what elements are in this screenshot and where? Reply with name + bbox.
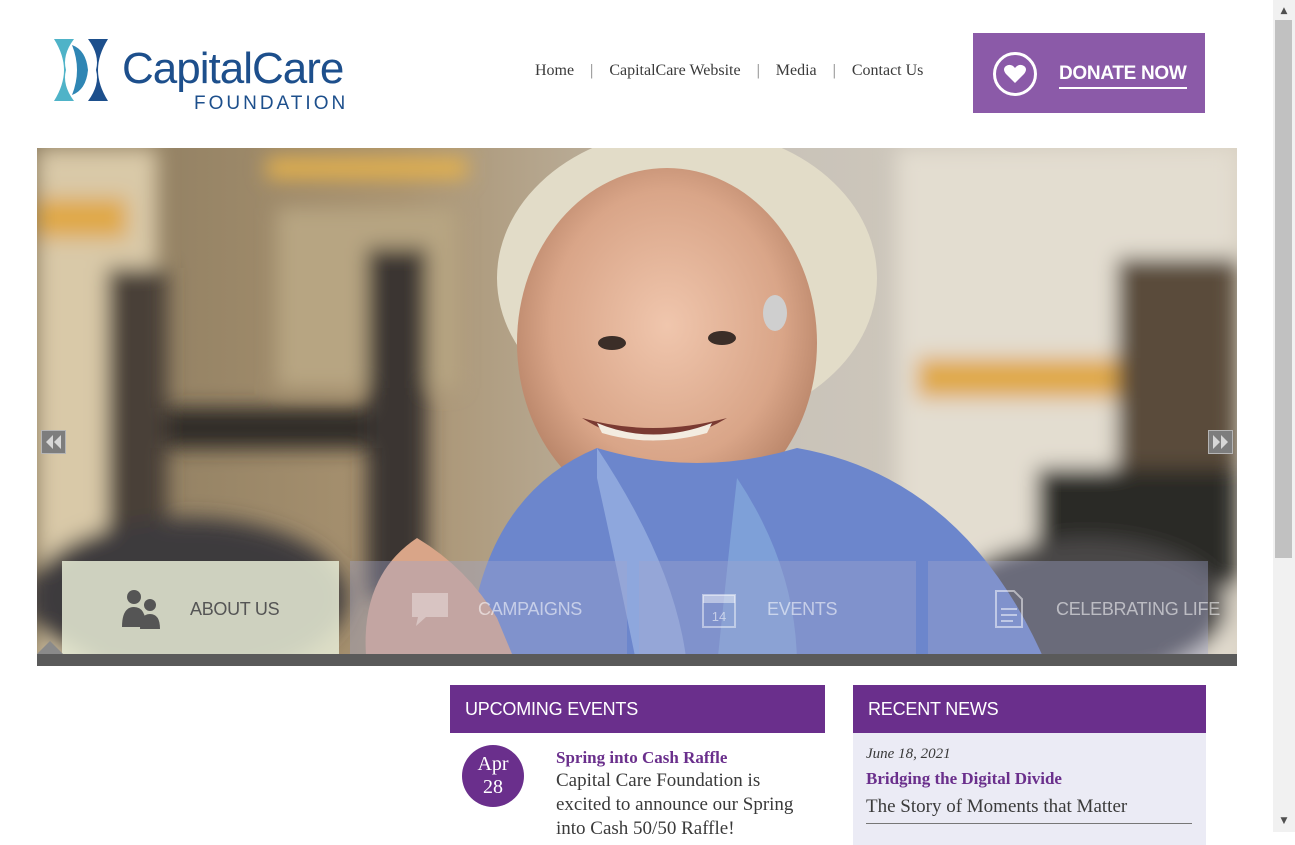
slider-next-button[interactable]: [1208, 430, 1233, 454]
hero-tabs: ABOUT US CAMPAIGNS 14 EVENTS CELEBRATING…: [62, 561, 1220, 654]
nav-contact-us-link[interactable]: Contact Us: [844, 62, 932, 80]
recent-news-heading: RECENT NEWS: [853, 685, 1206, 733]
event-title-link[interactable]: Spring into Cash Raffle: [556, 748, 727, 768]
event-description: Capital Care Foundation is excited to an…: [556, 770, 794, 839]
double-chevron-right-icon: [1213, 435, 1228, 449]
tab-about-us[interactable]: ABOUT US: [62, 561, 339, 654]
people-icon: [122, 590, 160, 629]
page-scrollbar[interactable]: ▲ ▼: [1273, 0, 1295, 832]
active-tab-pointer: [37, 641, 63, 654]
nav-separator: |: [590, 62, 594, 79]
recent-news-panel: RECENT NEWS June 18, 2021 Bridging the D…: [853, 685, 1206, 845]
tab-campaigns-label: CAMPAIGNS: [478, 599, 582, 619]
donate-now-button[interactable]: DONATE NOW: [973, 33, 1205, 113]
document-icon: [995, 590, 1023, 628]
event-date-badge: Apr 28: [462, 745, 524, 807]
news-title-link[interactable]: Bridging the Digital Divide: [866, 769, 1062, 789]
news-subtitle: The Story of Moments that Matter: [866, 796, 1128, 817]
tab-about-us-label: ABOUT US: [190, 599, 280, 619]
nav-separator: |: [832, 62, 836, 79]
speech-bubble-icon: [412, 593, 448, 626]
event-item[interactable]: Apr 28 Spring into Cash Raffle Capital C…: [450, 685, 825, 839]
slider-prev-button[interactable]: [41, 430, 66, 454]
hero-bottom-bar: [37, 654, 1237, 666]
logo-name-text: CapitalCare: [122, 44, 344, 93]
calendar-icon: 14: [702, 594, 736, 628]
main-nav: Home | CapitalCare Website | Media | Con…: [527, 62, 931, 80]
logo-sub-text: FOUNDATION: [194, 93, 349, 114]
nav-media-link[interactable]: Media: [768, 62, 825, 80]
calendar-day-text: 14: [712, 609, 726, 624]
event-month: Apr: [477, 753, 509, 775]
capitalcare-logo-icon: [54, 39, 108, 101]
donate-now-label: DONATE NOW: [1059, 63, 1187, 89]
tab-events[interactable]: 14 EVENTS: [639, 561, 916, 654]
heart-icon: [993, 52, 1037, 96]
nav-separator: |: [756, 62, 760, 79]
double-chevron-left-icon: [46, 435, 61, 449]
tab-events-label: EVENTS: [767, 599, 838, 619]
news-date: June 18, 2021: [866, 746, 951, 762]
tab-campaigns[interactable]: CAMPAIGNS: [350, 561, 627, 654]
tab-celebrating-life-label: CELEBRATING LIFE: [1056, 599, 1220, 619]
tab-celebrating-life[interactable]: CELEBRATING LIFE: [928, 561, 1220, 654]
hero-slider: ABOUT US CAMPAIGNS 14 EVENTS CELEBRATING…: [37, 148, 1237, 666]
scroll-up-arrow-icon[interactable]: ▲: [1273, 2, 1295, 20]
news-divider: [866, 823, 1192, 824]
upcoming-events-panel: UPCOMING EVENTS Apr 28 Spring into Cash …: [450, 685, 825, 839]
scroll-thumb[interactable]: [1275, 20, 1292, 558]
scroll-down-arrow-icon[interactable]: ▼: [1273, 812, 1295, 830]
site-logo[interactable]: CapitalCare FOUNDATION: [52, 35, 362, 117]
nav-capitalcare-website-link[interactable]: CapitalCare Website: [601, 62, 748, 80]
nav-home-link[interactable]: Home: [527, 62, 582, 80]
event-day: 28: [483, 776, 503, 798]
